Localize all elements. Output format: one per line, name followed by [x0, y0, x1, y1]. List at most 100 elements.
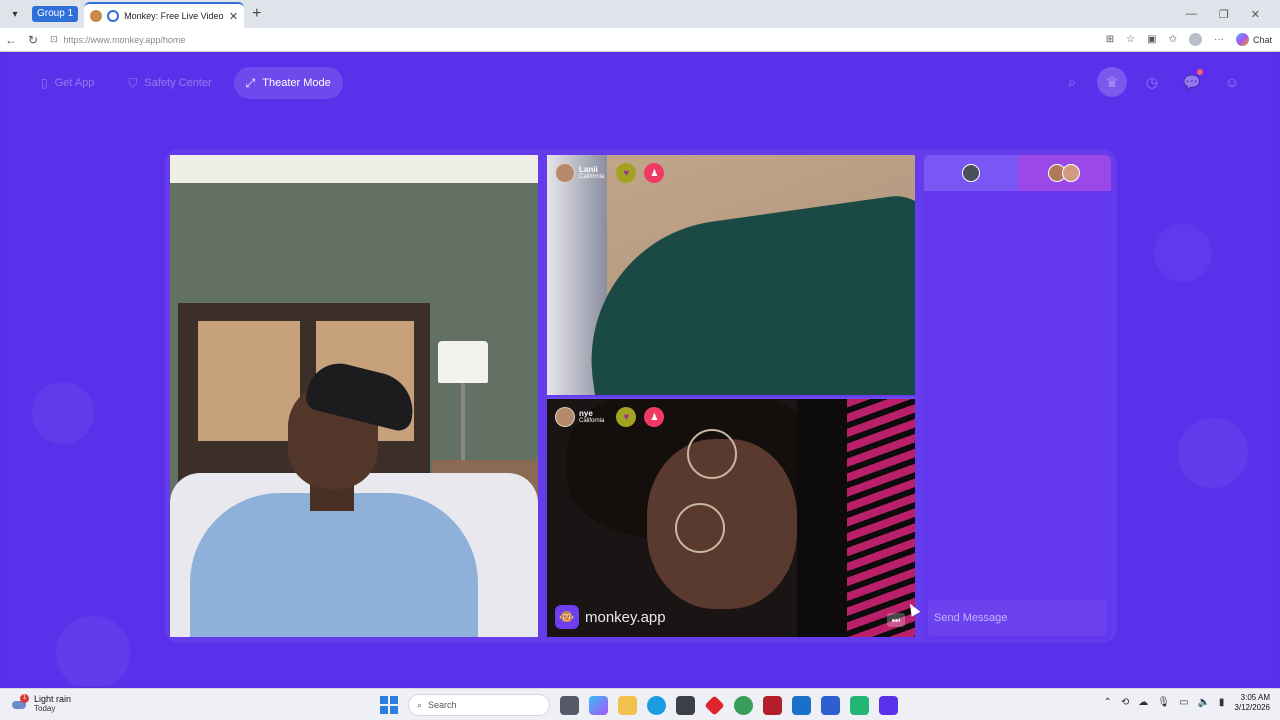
top-right-icons: ⌕ ♛ ◷ 💬 ☺ [1057, 67, 1247, 97]
skip-icon[interactable]: ⏭ [887, 613, 905, 627]
user-info: nye California [579, 409, 604, 425]
safety-center-label: Safety Center [144, 77, 212, 89]
reload-icon[interactable]: ↻ [22, 33, 44, 47]
theater-mode-button[interactable]: ⤢ Theater Mode [233, 67, 343, 99]
person-body [190, 493, 478, 637]
app-blue-icon[interactable] [821, 695, 840, 715]
user-tag: Lanii California ♥ ♟ [555, 163, 665, 183]
favorites-icon[interactable]: ✩ [1169, 34, 1177, 45]
site-info-icon[interactable]: ⊡ [50, 34, 58, 45]
profile-avatar-icon[interactable] [1188, 33, 1202, 46]
user-name: nye [579, 409, 593, 418]
watermark-text: monkey.app [585, 608, 666, 626]
taskbar-search[interactable]: ⌕ Search [408, 694, 550, 716]
weather-text: Light rain Today [34, 694, 71, 714]
heart-icon[interactable]: ♥ [616, 163, 637, 183]
store-icon[interactable] [676, 695, 695, 715]
app-active-icon[interactable] [879, 695, 898, 715]
send-message-input[interactable]: Send Message [928, 600, 1107, 636]
crown-icon[interactable]: ♛ [1097, 67, 1127, 97]
user-info: Lanii California [579, 165, 604, 181]
shirt-print [847, 399, 915, 637]
edge-icon[interactable] [647, 695, 666, 715]
profile-monkey-icon[interactable]: ☺ [1217, 67, 1247, 97]
get-app-button[interactable]: ▯ Get App [29, 67, 106, 99]
get-app-label: Get App [54, 77, 95, 89]
tab-group-chip[interactable]: Group 1 [32, 6, 79, 22]
new-tab-button[interactable]: + [252, 5, 261, 23]
heart-icon[interactable]: ♥ [616, 407, 637, 427]
network-icon[interactable]: ▭ [1179, 697, 1188, 708]
avatar [1062, 164, 1081, 182]
file-explorer-icon[interactable] [618, 695, 637, 715]
search-icon[interactable]: ⌕ [1057, 67, 1087, 97]
copilot-button[interactable]: Chat [1235, 33, 1272, 46]
user-tag: nye California ♥ ♟ [555, 407, 665, 427]
rain-cloud-icon: 1 [12, 693, 29, 712]
chrome-icon[interactable] [734, 695, 753, 715]
weather-subtitle: Today [34, 704, 56, 714]
clock[interactable]: 3:05 AM 3/12/2026 [1234, 693, 1270, 712]
notification-dot [1197, 69, 1203, 75]
taskbar-apps: ⌕ Search [380, 694, 898, 716]
app-green-icon[interactable] [850, 695, 869, 715]
battery-icon[interactable]: ▮ [1219, 697, 1225, 708]
scene-panel [198, 321, 300, 441]
safety-center-button[interactable]: ⛉ Safety Center [116, 67, 223, 99]
tray-icons: ⌃ ⟲ ☁ 🎙 ▭ 🔈 ▮ [1104, 697, 1225, 708]
glasses-lens [675, 503, 725, 553]
shield-app-icon[interactable] [763, 695, 782, 715]
app-red-icon[interactable] [704, 694, 725, 716]
history-icon[interactable]: ◷ [1137, 67, 1167, 97]
user-name: Lanii [579, 165, 598, 174]
taskbar-search-label: Search [428, 700, 457, 710]
avatar [961, 164, 980, 182]
scene-lamp [438, 341, 488, 383]
app-available-icon[interactable]: ⊞ [1106, 34, 1114, 45]
taskbar: 1 Light rain Today ⌕ Search ⌃ ⟲ ☁ 🎙 ▭ 🔈 … [0, 688, 1280, 720]
theater-mode-label: Theater Mode [262, 77, 331, 89]
gift-icon[interactable]: ♟ [644, 163, 665, 183]
close-icon[interactable]: ✕ [229, 10, 238, 23]
shield-icon: ⛉ [128, 75, 138, 90]
partner-video-2: nye California ♥ ♟ 🐵 monkey.app ⏭ [547, 397, 915, 637]
more-menu-icon[interactable]: ··· [1214, 34, 1224, 45]
url-field[interactable]: ⊡ https://www.monkey.app/home [50, 31, 1106, 49]
weather-widget[interactable]: 1 Light rain Today [12, 693, 71, 714]
back-icon[interactable]: ← [0, 33, 22, 47]
sync-icon[interactable]: ⟲ [1121, 697, 1129, 708]
avatar[interactable] [555, 163, 575, 183]
restore-icon[interactable]: ❐ [1219, 8, 1229, 21]
address-bar: ← ↻ ⊡ https://www.monkey.app/home ⊞ ☆ ▣ … [0, 28, 1280, 52]
system-tray: ⌃ ⟲ ☁ 🎙 ▭ 🔈 ▮ 3:05 AM 3/12/2026 [1104, 693, 1271, 712]
messages-icon[interactable]: 💬 [1177, 67, 1207, 97]
microphone-icon[interactable]: 🎙 [1157, 697, 1170, 708]
self-video [170, 155, 538, 637]
address-bar-actions: ⊞ ☆ ▣ ✩ ··· Chat [1106, 33, 1272, 46]
avatar[interactable] [555, 407, 575, 427]
tab-favicon-icon [90, 10, 103, 22]
tab-list-button[interactable]: ▾ [4, 4, 26, 24]
chat-tab-self[interactable] [924, 155, 1018, 191]
favorite-star-icon[interactable]: ☆ [1126, 34, 1135, 45]
chat-tab-partners[interactable] [1017, 155, 1111, 191]
mail-icon[interactable] [792, 695, 811, 715]
clock-date: 3/12/2026 [1234, 702, 1270, 712]
minimize-icon[interactable]: — [1186, 8, 1197, 21]
url-text: https://www.monkey.app/home [63, 34, 186, 45]
weather-badge: 1 [20, 693, 29, 703]
windows-start-icon[interactable] [380, 696, 398, 714]
volume-icon[interactable]: 🔈 [1197, 697, 1209, 708]
monkey-logo-icon: 🐵 [555, 605, 579, 629]
split-screen-icon[interactable]: ▣ [1147, 34, 1156, 45]
browser-tab-active[interactable]: Monkey: Free Live Video Chat ✕ [84, 2, 245, 28]
copilot-app-icon[interactable] [589, 695, 608, 715]
monkey-watermark: 🐵 monkey.app [555, 605, 666, 629]
cloud-icon[interactable]: ☁ [1138, 697, 1148, 708]
chevron-up-icon[interactable]: ⌃ [1104, 697, 1112, 708]
copilot-icon [1235, 33, 1249, 46]
gift-icon[interactable]: ♟ [644, 407, 665, 427]
close-window-icon[interactable]: ✕ [1251, 8, 1260, 21]
copilot-label: Chat [1252, 34, 1272, 45]
task-view-icon[interactable] [560, 695, 579, 715]
